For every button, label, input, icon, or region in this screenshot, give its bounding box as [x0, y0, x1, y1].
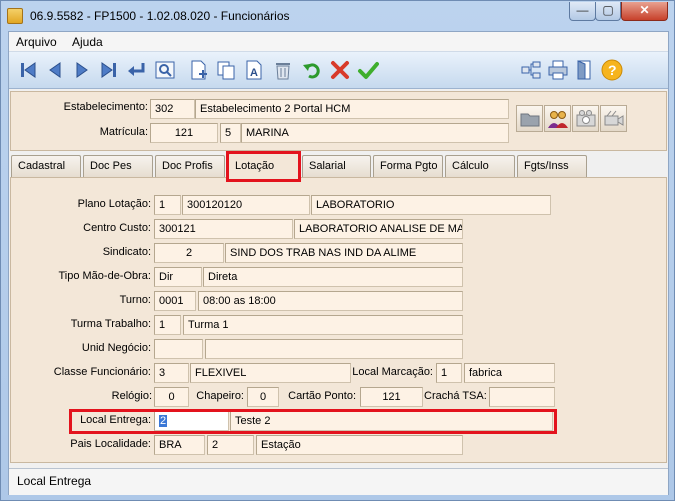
- tab-strip: Cadastral Doc Pes Doc Profis Lotação Sal…: [9, 153, 668, 178]
- centro-custo-description: LABORATORIO ANALISE DE MAT-I: [294, 219, 463, 239]
- toolbar: A ?: [9, 51, 668, 89]
- cartao-ponto-field[interactable]: 121: [360, 387, 423, 407]
- maximize-button[interactable]: ▢: [595, 2, 621, 21]
- turno-label: Turno:: [119, 294, 151, 306]
- tab-doc-pes[interactable]: Doc Pes: [83, 155, 153, 177]
- text-edit-icon[interactable]: A: [241, 57, 267, 83]
- local-marcacao-code-field[interactable]: 1: [436, 363, 462, 383]
- camera-icon[interactable]: [572, 105, 599, 132]
- group-icon[interactable]: [544, 105, 571, 132]
- sindicato-code-field[interactable]: 2: [154, 243, 224, 263]
- menu-ajuda[interactable]: Ajuda: [72, 35, 103, 49]
- tipo-mao-obra-description: Direta: [203, 267, 463, 287]
- exit-icon[interactable]: [572, 57, 598, 83]
- plano-lotacao-label: Plano Lotação:: [77, 198, 151, 210]
- classe-funcionario-label: Classe Funcionário:: [53, 366, 151, 378]
- svg-text:?: ?: [608, 62, 617, 78]
- local-entrega-selected-text: 2: [159, 415, 168, 427]
- preview-icon[interactable]: [152, 57, 178, 83]
- trash-icon[interactable]: [270, 57, 296, 83]
- classe-funcionario-description: FLEXIVEL: [190, 363, 351, 383]
- print-icon[interactable]: [545, 57, 571, 83]
- unid-negocio-description: [205, 339, 463, 359]
- turma-trabalho-label: Turma Trabalho:: [70, 318, 151, 330]
- local-marcacao-description: fabrica: [464, 363, 555, 383]
- client-area: Arquivo Ajuda A ? Estabelecimento: 302 E…: [8, 31, 669, 495]
- plano-lotacao-description: LABORATORIO: [311, 195, 551, 215]
- turno-code-field[interactable]: 0001: [154, 291, 196, 311]
- localidade-description: Estação: [256, 435, 463, 455]
- classe-funcionario-code-field[interactable]: 3: [154, 363, 189, 383]
- chapeiro-field[interactable]: 0: [247, 387, 279, 407]
- tipo-mao-obra-code-field[interactable]: Dir: [154, 267, 202, 287]
- close-button[interactable]: ✕: [621, 2, 668, 21]
- tab-doc-profis[interactable]: Doc Profis: [155, 155, 225, 177]
- matricula-digit-field: 5: [220, 123, 241, 143]
- video-camera-icon[interactable]: [600, 105, 627, 132]
- window-title: 06.9.5582 - FP1500 - 1.02.08.020 - Funci…: [30, 9, 290, 23]
- centro-custo-label: Centro Custo:: [83, 222, 151, 234]
- menu-bar: Arquivo Ajuda: [9, 32, 668, 51]
- status-bar: Local Entrega: [9, 468, 668, 495]
- folder-icon[interactable]: [516, 105, 543, 132]
- plano-lotacao-number-field[interactable]: 1: [154, 195, 181, 215]
- local-marcacao-label: Local Marcação:: [352, 366, 433, 378]
- help-icon[interactable]: ?: [599, 57, 625, 83]
- menu-arquivo[interactable]: Arquivo: [16, 35, 57, 49]
- estabelecimento-name-field: Estabelecimento 2 Portal HCM: [195, 99, 509, 119]
- sindicato-label: Sindicato:: [102, 246, 151, 258]
- cracha-tsa-label: Crachá TSA:: [424, 390, 487, 402]
- svg-text:A: A: [250, 67, 258, 79]
- local-entrega-description: Teste 2: [230, 411, 553, 431]
- next-record-icon[interactable]: [69, 57, 95, 83]
- minimize-button[interactable]: —: [569, 2, 596, 21]
- tab-fgts-inss[interactable]: Fgts/Inss: [517, 155, 587, 177]
- network-icon[interactable]: [518, 57, 544, 83]
- new-document-icon[interactable]: [186, 57, 212, 83]
- turma-trabalho-code-field[interactable]: 1: [154, 315, 181, 335]
- return-icon[interactable]: [123, 57, 149, 83]
- unid-negocio-label: Unid Negócio:: [81, 342, 151, 354]
- tab-forma-pgto[interactable]: Forma Pgto: [373, 155, 443, 177]
- plano-lotacao-code-field[interactable]: 300120120: [182, 195, 310, 215]
- estabelecimento-label: Estabelecimento:: [63, 101, 148, 113]
- relogio-label: Relógio:: [111, 390, 152, 402]
- turma-trabalho-description: Turma 1: [183, 315, 463, 335]
- relogio-field[interactable]: 0: [154, 387, 189, 407]
- tab-lotacao[interactable]: Lotação: [228, 153, 300, 178]
- unid-negocio-code-field[interactable]: [154, 339, 203, 359]
- tab-cadastral[interactable]: Cadastral: [11, 155, 81, 177]
- centro-custo-code-field[interactable]: 300121: [154, 219, 293, 239]
- matricula-field[interactable]: 121: [150, 123, 218, 143]
- pais-code-field[interactable]: BRA: [154, 435, 205, 455]
- first-record-icon[interactable]: [15, 57, 41, 83]
- tab-salarial[interactable]: Salarial: [302, 155, 371, 177]
- cartao-ponto-label: Cartão Ponto:: [288, 390, 356, 402]
- turno-description: 08:00 as 18:00: [198, 291, 463, 311]
- estabelecimento-code-field[interactable]: 302: [150, 99, 195, 119]
- pais-localidade-label: Pais Localidade:: [70, 438, 151, 450]
- local-entrega-label: Local Entrega:: [80, 414, 151, 426]
- local-entrega-code-field[interactable]: 2: [154, 411, 229, 431]
- app-window: 06.9.5582 - FP1500 - 1.02.08.020 - Funci…: [0, 0, 675, 501]
- previous-record-icon[interactable]: [42, 57, 68, 83]
- copy-icon[interactable]: [213, 57, 239, 83]
- title-bar: 06.9.5582 - FP1500 - 1.02.08.020 - Funci…: [1, 1, 674, 31]
- app-icon: [7, 8, 23, 24]
- tipo-mao-obra-label: Tipo Mão-de-Obra:: [58, 270, 151, 282]
- status-text: Local Entrega: [17, 474, 92, 488]
- cancel-icon[interactable]: [327, 57, 353, 83]
- employee-name-field: MARINA: [241, 123, 509, 143]
- cracha-tsa-field[interactable]: [489, 387, 555, 407]
- confirm-icon[interactable]: [355, 57, 381, 83]
- last-record-icon[interactable]: [96, 57, 122, 83]
- undo-icon[interactable]: [299, 57, 325, 83]
- tab-calculo[interactable]: Cálculo: [445, 155, 515, 177]
- localidade-code-field[interactable]: 2: [207, 435, 254, 455]
- sindicato-description: SIND DOS TRAB NAS IND DA ALIME: [225, 243, 463, 263]
- matricula-label: Matrícula:: [99, 126, 148, 138]
- chapeiro-label: Chapeiro:: [196, 390, 244, 402]
